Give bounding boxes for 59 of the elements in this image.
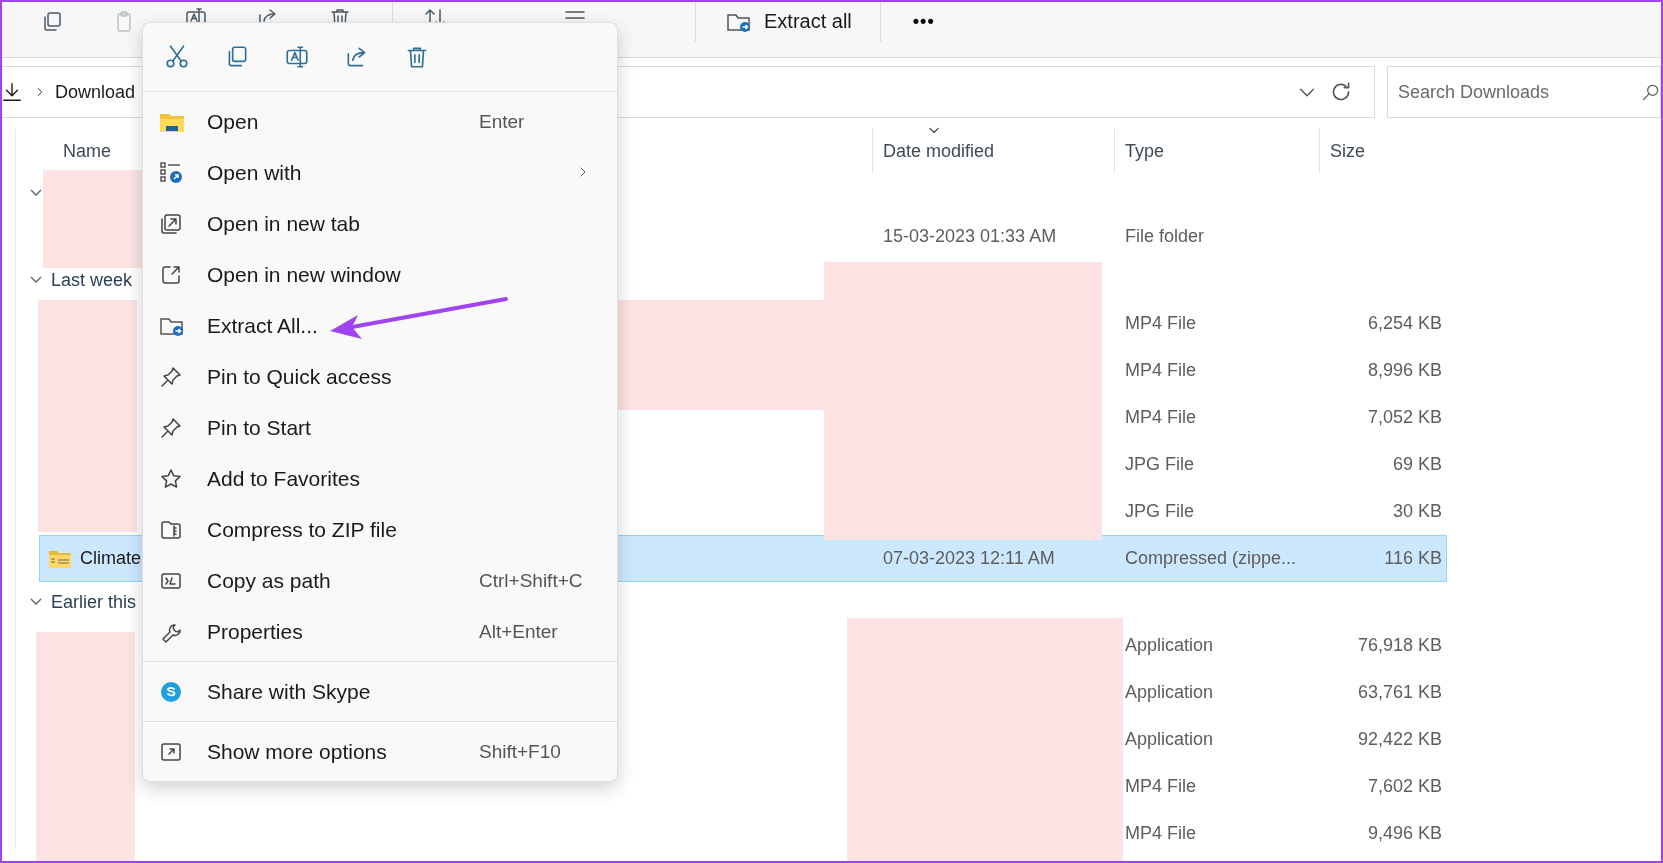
open-with-icon — [159, 160, 185, 185]
size-cell: 69 KB — [1392, 454, 1442, 474]
size-cell: 116 KB — [1384, 548, 1442, 568]
date-cell: 15-03-2023 01:33 AM — [883, 226, 1057, 246]
extract-all-button[interactable]: Extract all — [718, 9, 860, 34]
zip-folder-icon — [48, 548, 72, 569]
search-field[interactable]: Search Downloads — [1387, 66, 1661, 118]
menu-item[interactable]: Share with Skype — [143, 666, 613, 717]
type-cell: Application — [1125, 729, 1214, 749]
column-header[interactable]: Size — [1330, 140, 1365, 162]
type-cell: MP4 File — [1125, 776, 1196, 796]
size-cell: 30 KB — [1392, 501, 1442, 521]
menu-item[interactable]: Pin to Quick access — [143, 351, 613, 402]
column-header[interactable]: Name — [63, 140, 111, 162]
type-cell: MP4 File — [1125, 313, 1196, 333]
menu-item[interactable]: Open with — [143, 147, 613, 198]
download-icon — [2, 81, 23, 103]
type-cell: MP4 File — [1125, 407, 1196, 427]
cut-icon — [164, 44, 190, 70]
size-cell: 9,496 KB — [1367, 823, 1442, 843]
size-cell: 8,996 KB — [1367, 360, 1442, 380]
type-cell: Compressed (zippe... — [1125, 548, 1297, 568]
size-cell: 76,918 KB — [1357, 635, 1442, 655]
type-cell: JPG File — [1125, 454, 1194, 474]
type-cell: Application — [1125, 682, 1214, 702]
column-header[interactable]: Date modified — [883, 140, 995, 162]
type-cell: File folder — [1125, 226, 1205, 246]
size-cell: 7,602 KB — [1367, 776, 1442, 796]
date-cell: 07-03-2023 12:11 AM — [883, 548, 1055, 568]
menu-item[interactable]: Properties Alt+Enter — [143, 606, 613, 657]
file-name: Climate — [80, 548, 141, 569]
star-icon — [159, 466, 183, 491]
group-label: Earlier this — [51, 591, 137, 613]
more-button[interactable]: ••• — [902, 11, 945, 32]
menu-item[interactable]: Open in new tab — [143, 198, 613, 249]
rename-icon — [184, 5, 208, 22]
pin-icon — [159, 364, 183, 389]
menu-item[interactable]: Extract All... — [143, 300, 613, 351]
menu-item[interactable]: Open in new window — [143, 249, 613, 300]
type-cell: MP4 File — [1125, 360, 1196, 380]
group-label: Last week — [51, 269, 133, 291]
type-cell: MP4 File — [1125, 823, 1196, 843]
rename-icon — [284, 44, 310, 70]
breadcrumb[interactable]: Download — [55, 81, 136, 103]
sort-caret-icon — [927, 125, 941, 135]
size-cell: 7,052 KB — [1367, 407, 1442, 427]
size-cell: 92,422 KB — [1357, 729, 1442, 749]
new-tab-icon — [159, 211, 183, 236]
column-header[interactable]: Type — [1125, 140, 1165, 162]
skype-icon — [159, 679, 183, 704]
menu-item[interactable]: Add to Favorites — [143, 453, 613, 504]
type-cell: Application — [1125, 635, 1214, 655]
size-cell: 6,254 KB — [1367, 313, 1442, 333]
search-icon — [1641, 82, 1661, 102]
type-cell: JPG File — [1125, 501, 1194, 521]
size-cell: 63,761 KB — [1357, 682, 1442, 702]
pin-icon — [159, 415, 183, 440]
menu-item[interactable]: Show more options Shift+F10 — [143, 726, 613, 777]
menu-item[interactable]: Pin to Start — [143, 402, 613, 453]
